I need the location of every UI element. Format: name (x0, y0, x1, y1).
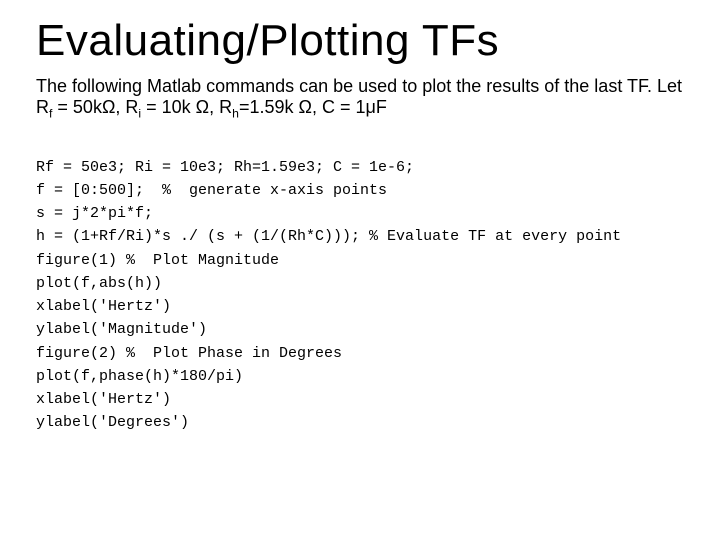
code-line: ylabel('Magnitude') (36, 321, 207, 338)
code-line: Rf = 50e3; Ri = 10e3; Rh=1.59e3; C = 1e-… (36, 159, 414, 176)
code-line: f = [0:500]; % generate x-axis points (36, 182, 387, 199)
slide-title: Evaluating/Plotting TFs (36, 16, 684, 66)
code-line: s = j*2*pi*f; (36, 205, 153, 222)
para-text: =1.59k Ω, C = 1μF (239, 97, 387, 117)
code-line: figure(2) % Plot Phase in Degrees (36, 345, 342, 362)
code-line: plot(f,phase(h)*180/pi) (36, 368, 243, 385)
slide: Evaluating/Plotting TFs The following Ma… (0, 0, 720, 540)
code-block: Rf = 50e3; Ri = 10e3; Rh=1.59e3; C = 1e-… (36, 132, 684, 458)
code-line: xlabel('Hertz') (36, 391, 171, 408)
intro-paragraph: The following Matlab commands can be use… (36, 76, 684, 120)
subscript-h: h (232, 106, 239, 120)
code-line: figure(1) % Plot Magnitude (36, 252, 279, 269)
code-line: h = (1+Rf/Ri)*s ./ (s + (1/(Rh*C))); % E… (36, 228, 621, 245)
code-line: ylabel('Degrees') (36, 414, 189, 431)
para-text: = 50kΩ, R (52, 97, 138, 117)
para-text: = 10k Ω, R (141, 97, 232, 117)
code-line: plot(f,abs(h)) (36, 275, 162, 292)
code-line: xlabel('Hertz') (36, 298, 171, 315)
